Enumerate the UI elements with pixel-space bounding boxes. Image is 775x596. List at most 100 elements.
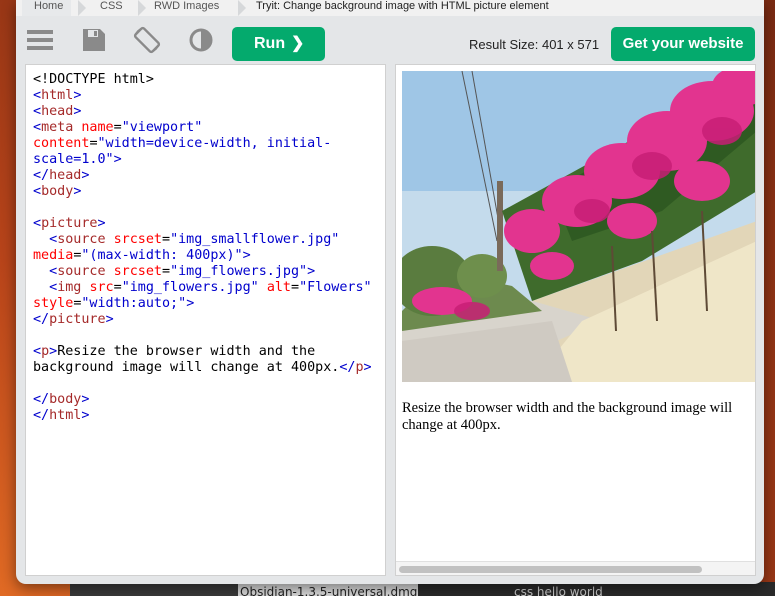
code-line[interactable]: content="width=device-width, initial- bbox=[33, 136, 385, 152]
code-line[interactable]: <html> bbox=[33, 88, 385, 104]
save-icon[interactable] bbox=[80, 26, 108, 54]
code-token: = bbox=[113, 120, 122, 135]
code-token: > bbox=[113, 152, 122, 167]
get-your-website-button[interactable]: Get your website bbox=[611, 27, 755, 61]
code-token: </ bbox=[33, 168, 50, 183]
background-text: css hello world bbox=[514, 585, 603, 596]
run-button[interactable]: Run ❯ bbox=[232, 27, 325, 61]
code-token: scale=1.0" bbox=[33, 152, 114, 167]
code-token: alt bbox=[266, 280, 291, 295]
code-token: Resize the browser width and the bbox=[57, 344, 316, 359]
background-file-item[interactable]: Obsidian-1.3.5-universal.dmg bbox=[238, 582, 418, 596]
code-token: < bbox=[49, 280, 58, 295]
code-token: content bbox=[33, 136, 90, 151]
code-line[interactable]: </picture> bbox=[33, 312, 385, 328]
code-token: body bbox=[41, 184, 74, 199]
result-pane: Resize the browser width and the backgro… bbox=[395, 64, 756, 576]
code-line[interactable]: <source srcset="img_smallflower.jpg" bbox=[33, 232, 385, 248]
code-token: > bbox=[81, 392, 90, 407]
scrollbar-thumb[interactable] bbox=[399, 566, 702, 573]
breadcrumb: Home CSS RWD Images Tryit: Change backgr… bbox=[16, 0, 764, 16]
code-token: "Flowers" bbox=[299, 280, 372, 295]
code-token: < bbox=[33, 120, 42, 135]
code-token: html bbox=[41, 88, 74, 103]
code-token: srcset bbox=[113, 232, 162, 247]
code-line[interactable]: <head> bbox=[33, 104, 385, 120]
rotate-icon[interactable] bbox=[133, 26, 161, 54]
code-line[interactable]: scale=1.0"> bbox=[33, 152, 385, 168]
code-token: > bbox=[242, 248, 251, 263]
code-line[interactable]: <meta name="viewport" bbox=[33, 120, 385, 136]
code-line[interactable]: <source srcset="img_flowers.jpg"> bbox=[33, 264, 385, 280]
code-token: = bbox=[113, 280, 122, 295]
code-token: media bbox=[33, 248, 74, 263]
breadcrumb-css[interactable]: CSS bbox=[88, 0, 131, 16]
breadcrumb-current: Tryit: Change background image with HTML… bbox=[256, 0, 549, 12]
code-token: "width=device-width, initial- bbox=[97, 136, 332, 151]
code-editor[interactable]: <!DOCTYPE html> <html> <head> <meta name="v… bbox=[25, 64, 386, 576]
code-token: > bbox=[186, 296, 195, 311]
code-line[interactable]: </html> bbox=[33, 408, 385, 424]
code-token: head bbox=[41, 104, 74, 119]
code-token: < bbox=[33, 344, 42, 359]
code-token: > bbox=[363, 360, 372, 375]
code-token: body bbox=[49, 392, 82, 407]
code-line[interactable]: </head> bbox=[33, 168, 385, 184]
code-line[interactable]: <p>Resize the browser width and the bbox=[33, 344, 385, 360]
breadcrumb-rwd-images[interactable]: RWD Images bbox=[142, 0, 227, 16]
code-token: html bbox=[49, 408, 82, 423]
menu-icon[interactable] bbox=[26, 26, 54, 54]
code-token: "width:auto;" bbox=[81, 296, 187, 311]
code-token: > bbox=[105, 312, 114, 327]
code-line[interactable]: background image will change at 400px.</… bbox=[33, 360, 385, 376]
code-token: < bbox=[49, 232, 58, 247]
code-token: < bbox=[49, 264, 58, 279]
code-line[interactable] bbox=[33, 328, 385, 344]
code-token: > bbox=[73, 104, 82, 119]
breadcrumb-separator bbox=[78, 0, 86, 16]
code-line[interactable]: <picture> bbox=[33, 216, 385, 232]
code-token: > bbox=[81, 408, 90, 423]
code-line[interactable]: media="(max-width: 400px)"> bbox=[33, 248, 385, 264]
breadcrumb-home[interactable]: Home bbox=[22, 0, 72, 16]
code-line[interactable]: <!DOCTYPE html> bbox=[33, 72, 385, 88]
flowers-image bbox=[402, 71, 755, 382]
code-token: "img_flowers.jpg" bbox=[170, 264, 308, 279]
result-paragraph: Resize the browser width and the backgro… bbox=[402, 400, 733, 433]
code-token: > bbox=[307, 264, 316, 279]
code-token: </ bbox=[339, 360, 356, 375]
background-panel bbox=[70, 582, 238, 596]
code-token: head bbox=[49, 168, 82, 183]
horizontal-scrollbar[interactable] bbox=[396, 561, 755, 575]
toolbar: Run ❯ Result Size: 401 x 571 Get your we… bbox=[16, 16, 764, 63]
code-token: > bbox=[73, 184, 82, 199]
background-window-strip: Obsidian-1.3.5-universal.dmg css hello w… bbox=[70, 582, 775, 596]
code-token: = bbox=[162, 232, 171, 247]
code-token: picture bbox=[49, 312, 106, 327]
code-line[interactable]: <body> bbox=[33, 184, 385, 200]
code-token: src bbox=[89, 280, 114, 295]
code-line[interactable]: <img src="img_flowers.jpg" alt="Flowers" bbox=[33, 280, 385, 296]
result-size: Result Size: 401 x 571 bbox=[469, 37, 600, 52]
contrast-icon[interactable] bbox=[187, 26, 215, 54]
code-token: meta bbox=[41, 120, 74, 135]
code-token: "(max-width: 400px)" bbox=[81, 248, 243, 263]
code-line[interactable] bbox=[33, 200, 385, 216]
code-line[interactable] bbox=[33, 376, 385, 392]
code-token: p bbox=[41, 344, 50, 359]
code-token: "img_smallflower.jpg" bbox=[170, 232, 340, 247]
code-line[interactable]: style="width:auto;"> bbox=[33, 296, 385, 312]
background-panel-dark: css hello world bbox=[418, 582, 775, 596]
code-token: > bbox=[73, 88, 82, 103]
code-token: = bbox=[162, 264, 171, 279]
code-token: < bbox=[33, 88, 42, 103]
code-token: "viewport" bbox=[121, 120, 203, 135]
code-token: < bbox=[33, 184, 42, 199]
code-token: < bbox=[33, 216, 42, 231]
code-line[interactable]: </body> bbox=[33, 392, 385, 408]
code-token: = bbox=[291, 280, 300, 295]
code-token: < bbox=[33, 104, 42, 119]
